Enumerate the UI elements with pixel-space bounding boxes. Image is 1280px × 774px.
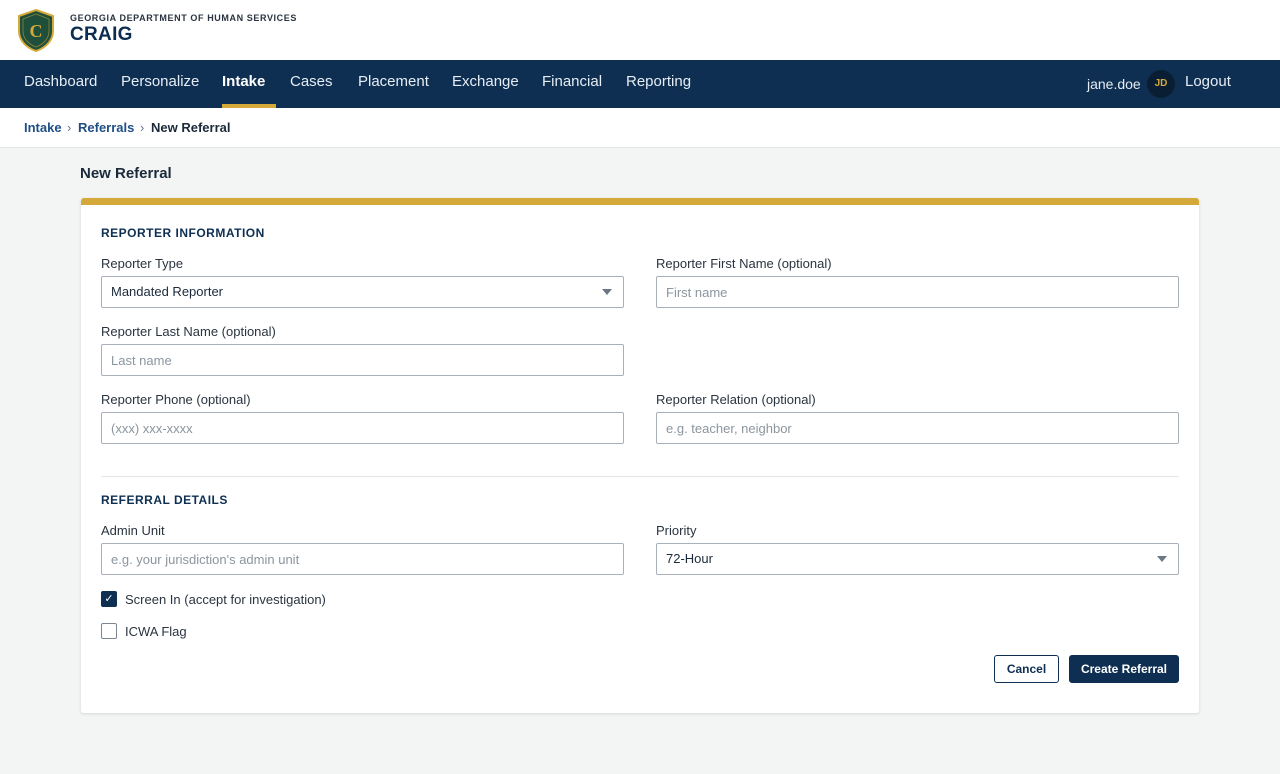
referral-section-title: REFERRAL DETAILS — [101, 493, 228, 507]
priority-label: Priority — [656, 523, 697, 538]
reporter-first-name-input[interactable] — [656, 276, 1179, 308]
nav-financial[interactable]: Financial — [542, 60, 602, 108]
app-name: CRAIG — [70, 24, 133, 45]
logo-letter: C — [30, 21, 43, 41]
shield-logo-icon: C — [18, 9, 54, 52]
card-accent-bar — [81, 198, 1199, 205]
nav-personalize[interactable]: Personalize — [121, 60, 199, 108]
page-title: New Referral — [80, 165, 172, 182]
section-divider — [101, 476, 1179, 477]
admin-unit-label: Admin Unit — [101, 523, 165, 538]
nav-placement[interactable]: Placement — [358, 60, 429, 108]
reporter-last-name-label: Reporter Last Name (optional) — [101, 324, 276, 339]
nav-exchange[interactable]: Exchange — [452, 60, 519, 108]
reporter-phone-label: Reporter Phone (optional) — [101, 392, 251, 407]
reporter-relation-label: Reporter Relation (optional) — [656, 392, 816, 407]
cancel-button[interactable]: Cancel — [994, 655, 1059, 683]
reporter-first-name-label: Reporter First Name (optional) — [656, 256, 832, 271]
reporter-type-label: Reporter Type — [101, 256, 184, 271]
nav-reporting[interactable]: Reporting — [626, 60, 691, 108]
reporter-type-select[interactable]: Mandated Reporter — [101, 276, 624, 308]
referral-form-card: REPORTER INFORMATION Reporter Type Manda… — [81, 198, 1199, 713]
nav-dashboard[interactable]: Dashboard — [24, 60, 97, 108]
reporter-relation-input[interactable] — [656, 412, 1179, 444]
nav-cases[interactable]: Cases — [290, 60, 333, 108]
org-name: GEORGIA DEPARTMENT OF HUMAN SERVICES — [70, 13, 297, 23]
reporter-section-title: REPORTER INFORMATION — [101, 226, 265, 240]
priority-select[interactable]: 72-Hour — [656, 543, 1179, 575]
nav-intake[interactable]: Intake — [222, 60, 265, 108]
admin-unit-input[interactable] — [101, 543, 624, 575]
breadcrumb-current: New Referral — [151, 120, 231, 135]
icwa-label[interactable]: ICWA Flag — [125, 624, 187, 639]
logout-link[interactable]: Logout — [1185, 60, 1231, 108]
icwa-checkbox[interactable] — [101, 623, 117, 639]
reporter-last-name-input[interactable] — [101, 344, 624, 376]
breadcrumb-intake[interactable]: Intake — [24, 120, 62, 135]
chevron-down-icon — [602, 289, 612, 295]
screen-in-checkbox[interactable]: ✓ — [101, 591, 117, 607]
username: jane.doe — [1087, 76, 1141, 92]
breadcrumb-separator: › — [67, 120, 72, 135]
create-referral-button[interactable]: Create Referral — [1069, 655, 1179, 683]
avatar[interactable]: JD — [1147, 70, 1175, 98]
priority-value: 72-Hour — [666, 551, 713, 566]
breadcrumb-referrals[interactable]: Referrals — [78, 120, 134, 135]
reporter-type-value: Mandated Reporter — [111, 284, 224, 299]
top-header: C GEORGIA DEPARTMENT OF HUMAN SERVICES C… — [0, 0, 1280, 60]
screen-in-label[interactable]: Screen In (accept for investigation) — [125, 592, 326, 607]
breadcrumb-separator: › — [140, 120, 145, 135]
reporter-phone-input[interactable] — [101, 412, 624, 444]
chevron-down-icon — [1157, 556, 1167, 562]
